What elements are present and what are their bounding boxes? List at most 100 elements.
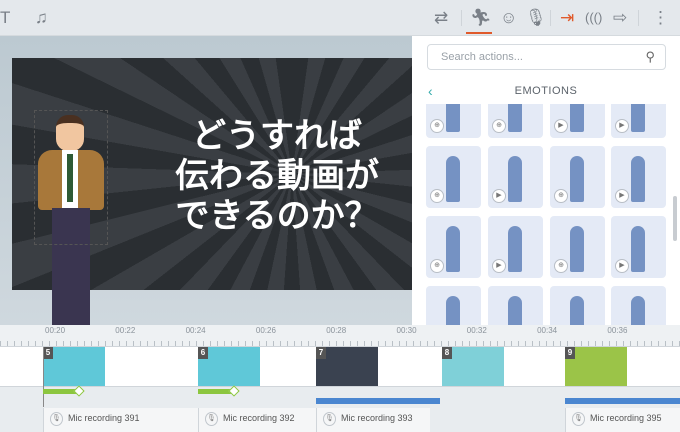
exit-icon[interactable]: ⇨: [613, 8, 627, 28]
actions-icon[interactable]: 🏃︎: [470, 8, 492, 28]
category-header: ‹ EMOTIONS: [412, 78, 680, 104]
action-tile[interactable]: ▶: [611, 104, 666, 138]
character-pose: [508, 296, 522, 325]
zoom-icon[interactable]: ⊕: [554, 259, 568, 273]
character-pose: [631, 226, 645, 272]
slide-headline[interactable]: どうすれば 伝わる動画が できるのか？: [152, 116, 402, 236]
action-tile[interactable]: [550, 286, 605, 325]
transition-handle[interactable]: [228, 385, 240, 397]
action-tile[interactable]: [488, 286, 543, 325]
animation-bar[interactable]: [565, 398, 680, 404]
time-tick: 00:30: [396, 326, 417, 335]
play-icon[interactable]: ▶: [554, 119, 568, 133]
search-placeholder: Search actions...: [441, 51, 523, 63]
play-icon[interactable]: ▶: [615, 259, 629, 273]
character-pose: [570, 104, 584, 132]
music-icon[interactable]: ♫: [35, 8, 48, 28]
action-tile[interactable]: ⊕: [426, 216, 481, 278]
transition-handle[interactable]: [73, 385, 85, 397]
mic-icon: 🎙︎: [50, 412, 63, 426]
play-icon[interactable]: ▶: [492, 259, 506, 273]
play-icon[interactable]: ▶: [492, 189, 506, 203]
zoom-icon[interactable]: ⊕: [554, 189, 568, 203]
time-tick: 00:20: [45, 326, 66, 335]
scrollbar[interactable]: [673, 196, 677, 241]
more-icon[interactable]: ⋮: [652, 8, 669, 28]
character-pose: [508, 104, 522, 132]
clip-label: Mic recording 393: [341, 413, 413, 423]
mic-recording-clip[interactable]: 🎙︎ Mic recording 395: [565, 408, 680, 432]
character-pose: [446, 104, 460, 132]
mic-icon[interactable]: 🎙︎: [525, 8, 547, 28]
character-pose: [570, 226, 584, 272]
zoom-icon[interactable]: ⊕: [430, 259, 444, 273]
action-grid: ⊕ ⊕ ▶ ▶ ⊕ ▶ ⊕ ▶ ⊕ ▶ ⊕ ▶: [412, 104, 680, 325]
character-pose: [570, 296, 584, 325]
character-pose: [570, 156, 584, 202]
scene-thumbnail[interactable]: 7: [316, 347, 378, 386]
zoom-icon[interactable]: ⊕: [430, 119, 444, 133]
time-ruler[interactable]: 00:20 00:22 00:24 00:26 00:28 00:30 00:32 00:34…: [0, 325, 680, 347]
scene-number: 6: [198, 347, 208, 359]
action-tile[interactable]: ▶: [611, 146, 666, 208]
character-pose: [631, 156, 645, 202]
swap-icon[interactable]: ⇄: [434, 8, 448, 28]
selection-box: [34, 110, 108, 245]
mic-recording-clip[interactable]: 🎙︎ Mic recording 393: [316, 408, 430, 432]
mic-icon: 🎙︎: [205, 412, 218, 426]
search-icon: ⚲: [645, 49, 655, 64]
mic-recording-clip[interactable]: 🎙︎ Mic recording 391: [43, 408, 198, 432]
playhead[interactable]: [43, 347, 44, 407]
toolbar: T ♫ ⇄ 🏃︎ ☺ 🎙︎ ⇥ ((() ⇨ ⋮: [0, 0, 680, 36]
play-icon[interactable]: ▶: [615, 189, 629, 203]
enter-icon[interactable]: ⇥: [560, 8, 574, 28]
back-chevron-icon[interactable]: ‹: [428, 78, 433, 104]
action-tile[interactable]: ⊕: [550, 216, 605, 278]
clip-label: Mic recording 395: [590, 413, 662, 423]
clip-label: Mic recording 391: [68, 413, 140, 423]
headline-line: できるのか？: [175, 196, 379, 236]
zoom-icon[interactable]: ⊕: [492, 119, 506, 133]
action-tile[interactable]: ⊕: [426, 104, 481, 138]
effects-icon[interactable]: (((): [585, 8, 602, 28]
emotions-icon[interactable]: ☺: [500, 8, 517, 28]
action-tile[interactable]: [611, 286, 666, 325]
scene-number: 7: [316, 347, 326, 359]
action-tile[interactable]: ⊕: [488, 104, 543, 138]
action-tile[interactable]: ▶: [488, 216, 543, 278]
time-tick: 00:36: [607, 326, 628, 335]
scene-thumbnail[interactable]: 8: [442, 347, 504, 386]
character[interactable]: [34, 110, 108, 325]
scene-number: 9: [565, 347, 575, 359]
clip-label: Mic recording 392: [223, 413, 295, 423]
character-pose: [508, 156, 522, 202]
search-input[interactable]: Search actions... ⚲: [427, 44, 666, 70]
character-pose: [446, 226, 460, 272]
scene-thumbnail[interactable]: 9: [565, 347, 627, 386]
action-tile[interactable]: ▶: [611, 216, 666, 278]
zoom-icon[interactable]: ⊕: [430, 189, 444, 203]
mic-icon: 🎙︎: [572, 412, 585, 426]
time-tick: 00:24: [185, 326, 206, 335]
time-tick: 00:28: [326, 326, 347, 335]
scene-thumbnail[interactable]: 5: [43, 347, 105, 386]
character-pose: [508, 226, 522, 272]
action-tile[interactable]: ▶: [488, 146, 543, 208]
text-icon[interactable]: T: [0, 8, 10, 28]
mic-recording-clip[interactable]: 🎙︎ Mic recording 392: [198, 408, 316, 432]
headline-line: 伝わる動画が: [175, 156, 379, 196]
play-icon[interactable]: ▶: [615, 119, 629, 133]
scenes-track: 5 6 7 8 9: [0, 347, 680, 386]
active-tab-indicator: [466, 32, 492, 34]
animation-bar[interactable]: [316, 398, 440, 404]
action-tile[interactable]: ▶: [550, 104, 605, 138]
scene-number: 5: [43, 347, 53, 359]
scene-thumbnail[interactable]: 6: [198, 347, 260, 386]
action-tile[interactable]: ⊕: [426, 146, 481, 208]
time-tick: 00:34: [537, 326, 558, 335]
action-tile[interactable]: [426, 286, 481, 325]
character-pose: [631, 104, 645, 132]
category-title: EMOTIONS: [514, 85, 578, 97]
timeline: 00:20 00:22 00:24 00:26 00:28 00:30 00:32 00:34…: [0, 325, 680, 432]
action-tile[interactable]: ⊕: [550, 146, 605, 208]
